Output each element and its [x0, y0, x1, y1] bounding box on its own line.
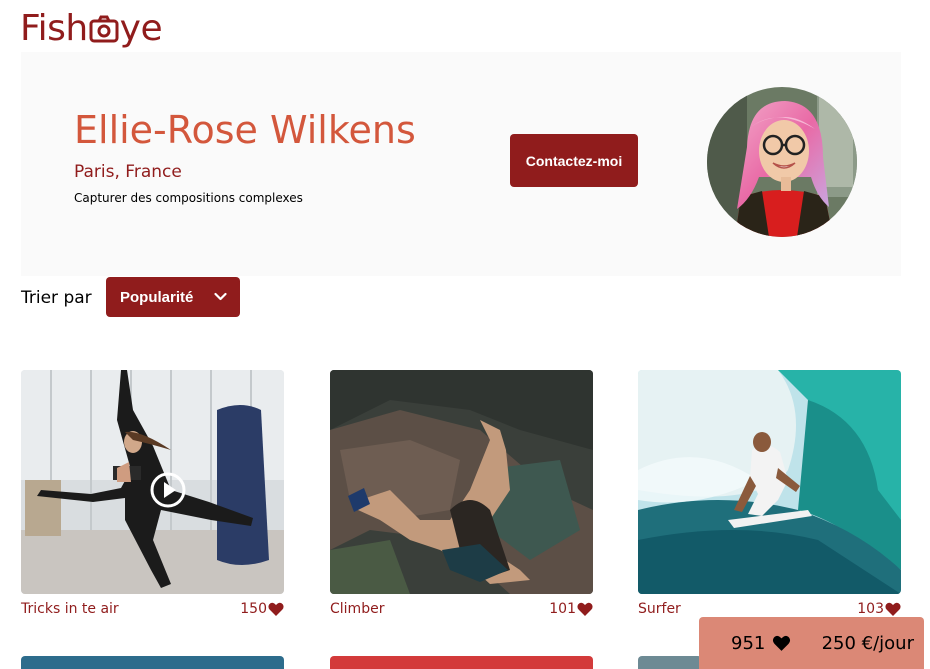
fisheye-logo[interactable]: Fish ye: [20, 8, 163, 50]
media-title: Surfer: [638, 601, 681, 617]
photographer-avatar: [707, 87, 857, 237]
photographer-tagline: Capturer des compositions complexes: [74, 191, 303, 205]
photographer-stats: 951 250 €/jour: [699, 617, 924, 669]
play-icon[interactable]: [149, 471, 187, 509]
contact-button[interactable]: Contactez-moi: [510, 134, 638, 187]
camera-icon: [89, 15, 119, 43]
media-likes-count: 101: [549, 601, 576, 617]
media-card: Tricks in te air 150: [21, 370, 284, 618]
media-likes: 101: [549, 601, 593, 617]
total-likes-count: 951: [731, 632, 766, 654]
media-likes-count: 150: [240, 601, 267, 617]
heart-icon: [773, 635, 791, 651]
sort-label: Trier par: [21, 288, 92, 308]
sort-dropdown[interactable]: Popularité: [106, 277, 240, 317]
media-likes: 103: [857, 601, 901, 617]
sort-selected-value: Popularité: [120, 288, 194, 306]
media-card: Climber 101: [330, 370, 593, 618]
media-thumbnail-image[interactable]: [638, 370, 901, 594]
media-title: Tricks in te air: [21, 601, 119, 617]
price-per-day: 250 €/jour: [821, 632, 914, 654]
media-card: Surfer 103: [638, 370, 901, 618]
media-thumbnail-image[interactable]: [330, 370, 593, 594]
heart-icon[interactable]: [885, 602, 901, 617]
logo-text-prefix: Fish: [20, 8, 88, 49]
total-likes: 951: [731, 633, 791, 654]
media-likes: 150: [240, 601, 284, 617]
media-likes-count: 103: [857, 601, 884, 617]
heart-icon[interactable]: [268, 602, 284, 617]
photographer-name: Ellie-Rose Wilkens: [74, 108, 416, 152]
chevron-down-icon: [214, 292, 227, 301]
photographer-location: Paris, France: [74, 162, 182, 182]
media-thumbnail-image[interactable]: [330, 656, 593, 669]
media-thumbnail-video[interactable]: [21, 370, 284, 594]
logo-text-suffix: ye: [119, 8, 163, 49]
photographer-header: Ellie-Rose Wilkens Paris, France Capture…: [21, 52, 901, 276]
heart-icon[interactable]: [577, 602, 593, 617]
media-title: Climber: [330, 601, 385, 617]
media-thumbnail-image[interactable]: [21, 656, 284, 669]
media-thumbnail-image[interactable]: [638, 656, 702, 669]
